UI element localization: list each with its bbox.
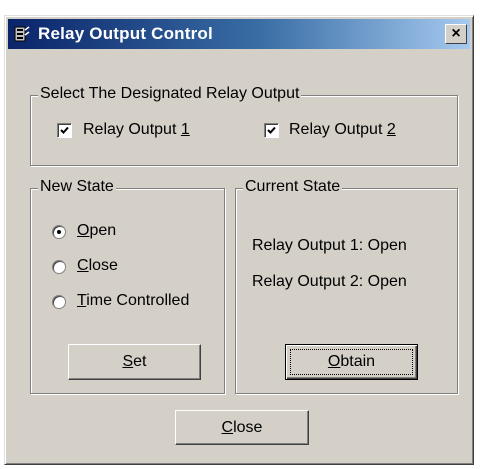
relay-output-2-checkbox[interactable] xyxy=(264,123,279,138)
time-controlled-radio[interactable] xyxy=(52,295,66,309)
new-state-group: New State Open Close Time Controlled Set xyxy=(30,178,225,394)
focus-ring xyxy=(290,349,413,375)
close-button-text: lose xyxy=(233,419,263,436)
relay-output-2-text: Relay Output xyxy=(289,121,387,138)
relay-app-icon xyxy=(14,26,30,42)
obtain-button[interactable]: Obtain xyxy=(285,344,418,380)
relay-output-1-mnemonic: 1 xyxy=(180,121,190,138)
time-controlled-mnemonic: T xyxy=(77,292,87,309)
close-button-mnemonic: C xyxy=(221,419,234,436)
close-text: lose xyxy=(88,257,118,274)
close-button[interactable]: Close xyxy=(175,410,309,445)
current-state-legend: Current State xyxy=(243,178,343,196)
radio-selected-dot xyxy=(57,230,61,234)
open-radio[interactable] xyxy=(52,225,66,239)
relay-output-2-mnemonic: 2 xyxy=(386,121,396,138)
time-controlled-text: ime Controlled xyxy=(86,292,190,309)
close-window-button[interactable]: × xyxy=(445,24,467,44)
new-state-legend: New State xyxy=(38,178,116,196)
relay-select-legend: Select The Designated Relay Output xyxy=(38,85,302,103)
set-text: et xyxy=(133,353,147,370)
relay-output-1-label[interactable]: Relay Output 1 xyxy=(83,121,190,139)
checkmark-icon xyxy=(267,126,276,134)
relay-output-1-text: Relay Output xyxy=(83,121,181,138)
time-controlled-radio-label[interactable]: Time Controlled xyxy=(77,292,189,310)
open-text: pen xyxy=(89,222,117,239)
open-mnemonic: O xyxy=(77,222,90,239)
open-radio-label[interactable]: Open xyxy=(77,222,116,240)
relay-output-2-label[interactable]: Relay Output 2 xyxy=(289,121,396,139)
checkmark-icon xyxy=(60,126,69,134)
title-bar[interactable]: Relay Output Control × xyxy=(8,19,470,49)
relay-output-control-dialog: Relay Output Control × Select The Design… xyxy=(4,15,474,465)
relay-output-1-status: Relay Output 1: Open xyxy=(252,237,407,254)
close-radio-label[interactable]: Close xyxy=(77,257,118,275)
relay-output-1-checkbox[interactable] xyxy=(57,123,72,138)
relay-output-2-status: Relay Output 2: Open xyxy=(252,273,407,290)
close-radio[interactable] xyxy=(52,260,66,274)
relay-select-group: Select The Designated Relay Output Relay… xyxy=(30,85,458,166)
current-state-group: Current State Relay Output 1: Open Relay… xyxy=(235,178,458,394)
set-button[interactable]: Set xyxy=(68,344,201,380)
set-mnemonic: S xyxy=(122,353,134,370)
close-mnemonic: C xyxy=(77,257,89,274)
close-icon: × xyxy=(451,25,461,42)
window-title: Relay Output Control xyxy=(38,24,213,43)
